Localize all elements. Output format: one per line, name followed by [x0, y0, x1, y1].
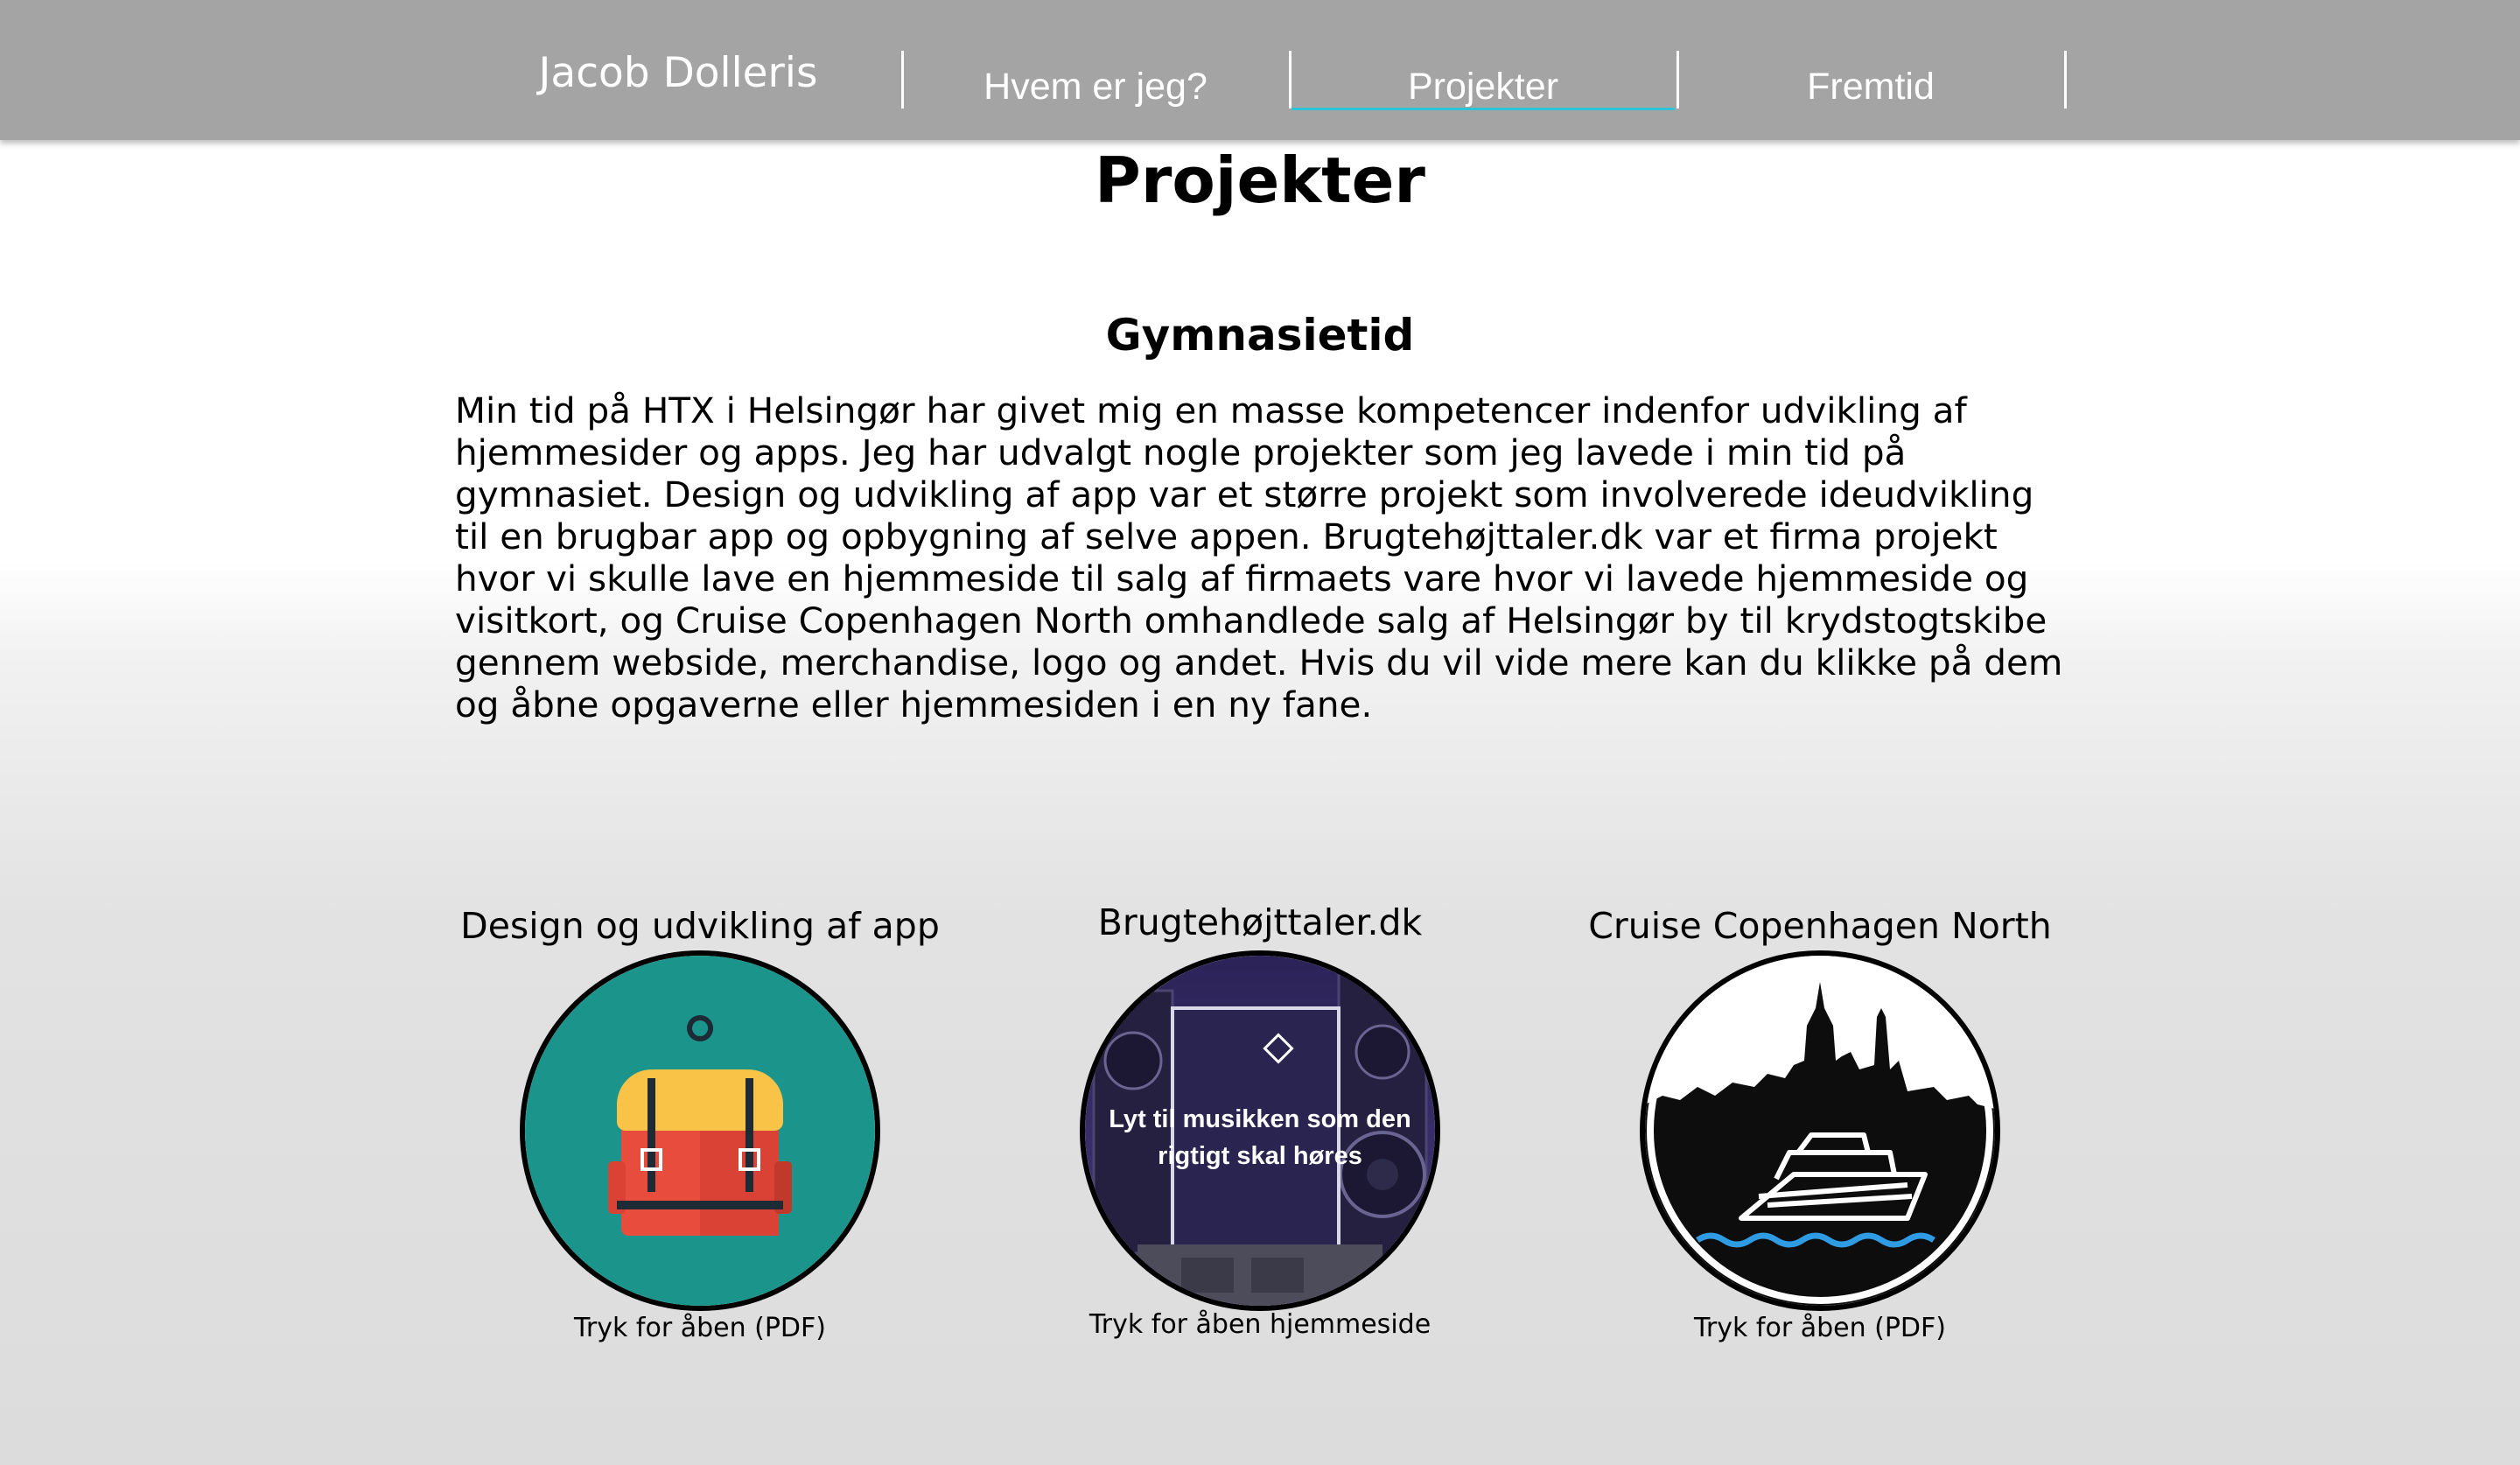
project-title: Design og udvikling af app: [460, 905, 940, 947]
project-open-link[interactable]: Tryk for åben (PDF): [1558, 1311, 2082, 1346]
section-title: Gymnasietid: [1105, 310, 1415, 361]
top-navigation-bar: Jacob Dolleris Hvem er jeg? Projekter Fr…: [0, 0, 2520, 140]
project-card-brugtehojttaler[interactable]: Brugtehøjttaler.dk Lyt til musikken som …: [998, 898, 1522, 1342]
nav-divider: [2064, 51, 2067, 109]
project-title: Brugtehøjttaler.dk: [1097, 901, 1423, 943]
cruise-ship-logo[interactable]: [1640, 950, 2000, 1311]
speaker-overlay-line2: rigtigt skal høres: [1158, 1142, 1362, 1170]
site-brand[interactable]: Jacob Dolleris: [490, 49, 866, 97]
project-title: Cruise Copenhagen North: [1588, 905, 2052, 947]
project-card-cruise[interactable]: Cruise Copenhagen North Tryk for åben (P…: [1558, 901, 2082, 1346]
page-title: Projekter: [1095, 144, 1425, 217]
backpack-icon[interactable]: [520, 950, 880, 1311]
nav-link-fremtid[interactable]: Fremtid: [1679, 49, 2062, 110]
project-card-app[interactable]: Design og udvikling af app Tryk for åben…: [438, 901, 962, 1346]
project-open-link[interactable]: Tryk for åben hjemmeside: [998, 1307, 1522, 1342]
speaker-image[interactable]: Lyt til musikken som den rigtigt skal hø…: [1080, 950, 1440, 1311]
project-open-link[interactable]: Tryk for åben (PDF): [438, 1311, 962, 1346]
nav-link-projekter[interactable]: Projekter: [1292, 49, 1675, 110]
speaker-overlay-line1: Lyt til musikken som den: [1109, 1105, 1410, 1133]
intro-paragraph: Min tid på HTX i Helsingør har givet mig…: [455, 389, 2063, 725]
nav-link-hvem-er-jeg[interactable]: Hvem er jeg?: [904, 49, 1287, 110]
